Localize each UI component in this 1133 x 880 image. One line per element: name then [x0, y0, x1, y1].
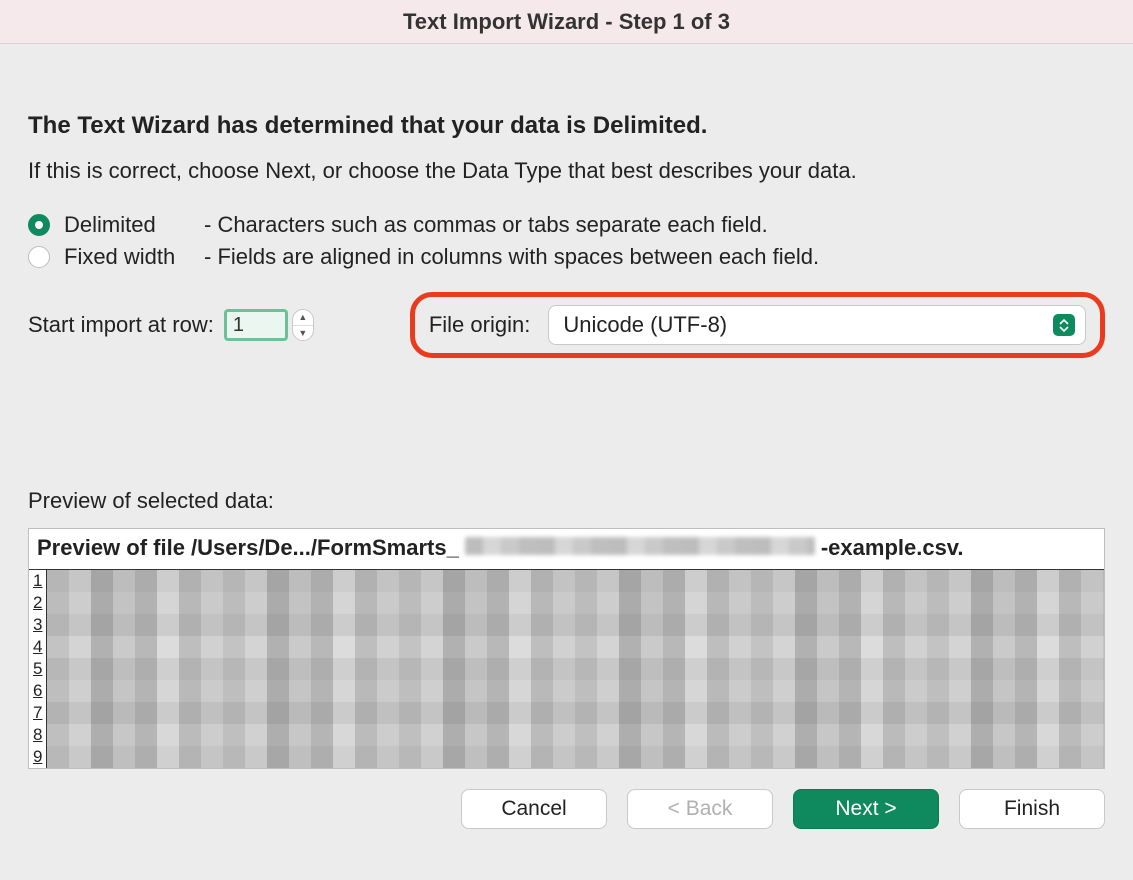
- start-row-input[interactable]: [224, 309, 288, 341]
- select-caret-icon: [1053, 314, 1075, 336]
- preview-file-suffix: -example.csv.: [821, 535, 964, 561]
- file-origin-highlight: File origin: Unicode (UTF-8): [410, 292, 1105, 358]
- delimited-label: Delimited: [64, 212, 204, 238]
- start-row-stepper[interactable]: ▲ ▼: [292, 309, 314, 341]
- stepper-up-icon[interactable]: ▲: [293, 310, 313, 326]
- file-origin-select[interactable]: Unicode (UTF-8): [548, 305, 1086, 345]
- file-origin-value: Unicode (UTF-8): [563, 312, 727, 338]
- row-num: 4: [29, 636, 46, 658]
- row-num: 7: [29, 702, 46, 724]
- fixed-width-desc: - Fields are aligned in columns with spa…: [204, 244, 819, 270]
- delimited-radio[interactable]: [28, 214, 50, 236]
- redacted-filename: [465, 537, 815, 555]
- row-num: 5: [29, 658, 46, 680]
- row-num: 8: [29, 724, 46, 746]
- row-num: 6: [29, 680, 46, 702]
- back-button: < Back: [627, 789, 773, 829]
- start-row-label: Start import at row:: [28, 312, 214, 338]
- preview-file-title: Preview of file /Users/De.../FormSmarts_…: [29, 529, 1104, 569]
- cancel-button[interactable]: Cancel: [461, 789, 607, 829]
- preview-row-numbers: 1 2 3 4 5 6 7 8 9: [29, 570, 47, 768]
- file-origin-label: File origin:: [429, 312, 530, 338]
- fixed-width-radio[interactable]: [28, 246, 50, 268]
- dialog-title: Text Import Wizard - Step 1 of 3: [0, 0, 1133, 44]
- preview-label: Preview of selected data:: [28, 488, 1105, 514]
- preview-box: Preview of file /Users/De.../FormSmarts_…: [28, 528, 1105, 769]
- preview-data-area[interactable]: [47, 570, 1104, 768]
- fixed-width-label: Fixed width: [64, 244, 204, 270]
- main-heading: The Text Wizard has determined that your…: [28, 112, 1105, 140]
- finish-button[interactable]: Finish: [959, 789, 1105, 829]
- dialog-footer: Cancel < Back Next > Finish: [0, 769, 1133, 829]
- row-num: 3: [29, 614, 46, 636]
- sub-heading: If this is correct, choose Next, or choo…: [28, 158, 1105, 184]
- row-num: 2: [29, 592, 46, 614]
- stepper-down-icon[interactable]: ▼: [293, 326, 313, 341]
- row-num: 9: [29, 746, 46, 768]
- next-button[interactable]: Next >: [793, 789, 939, 829]
- preview-file-prefix: Preview of file /Users/De.../FormSmarts_: [37, 535, 459, 561]
- row-num: 1: [29, 570, 46, 592]
- delimited-desc: - Characters such as commas or tabs sepa…: [204, 212, 768, 238]
